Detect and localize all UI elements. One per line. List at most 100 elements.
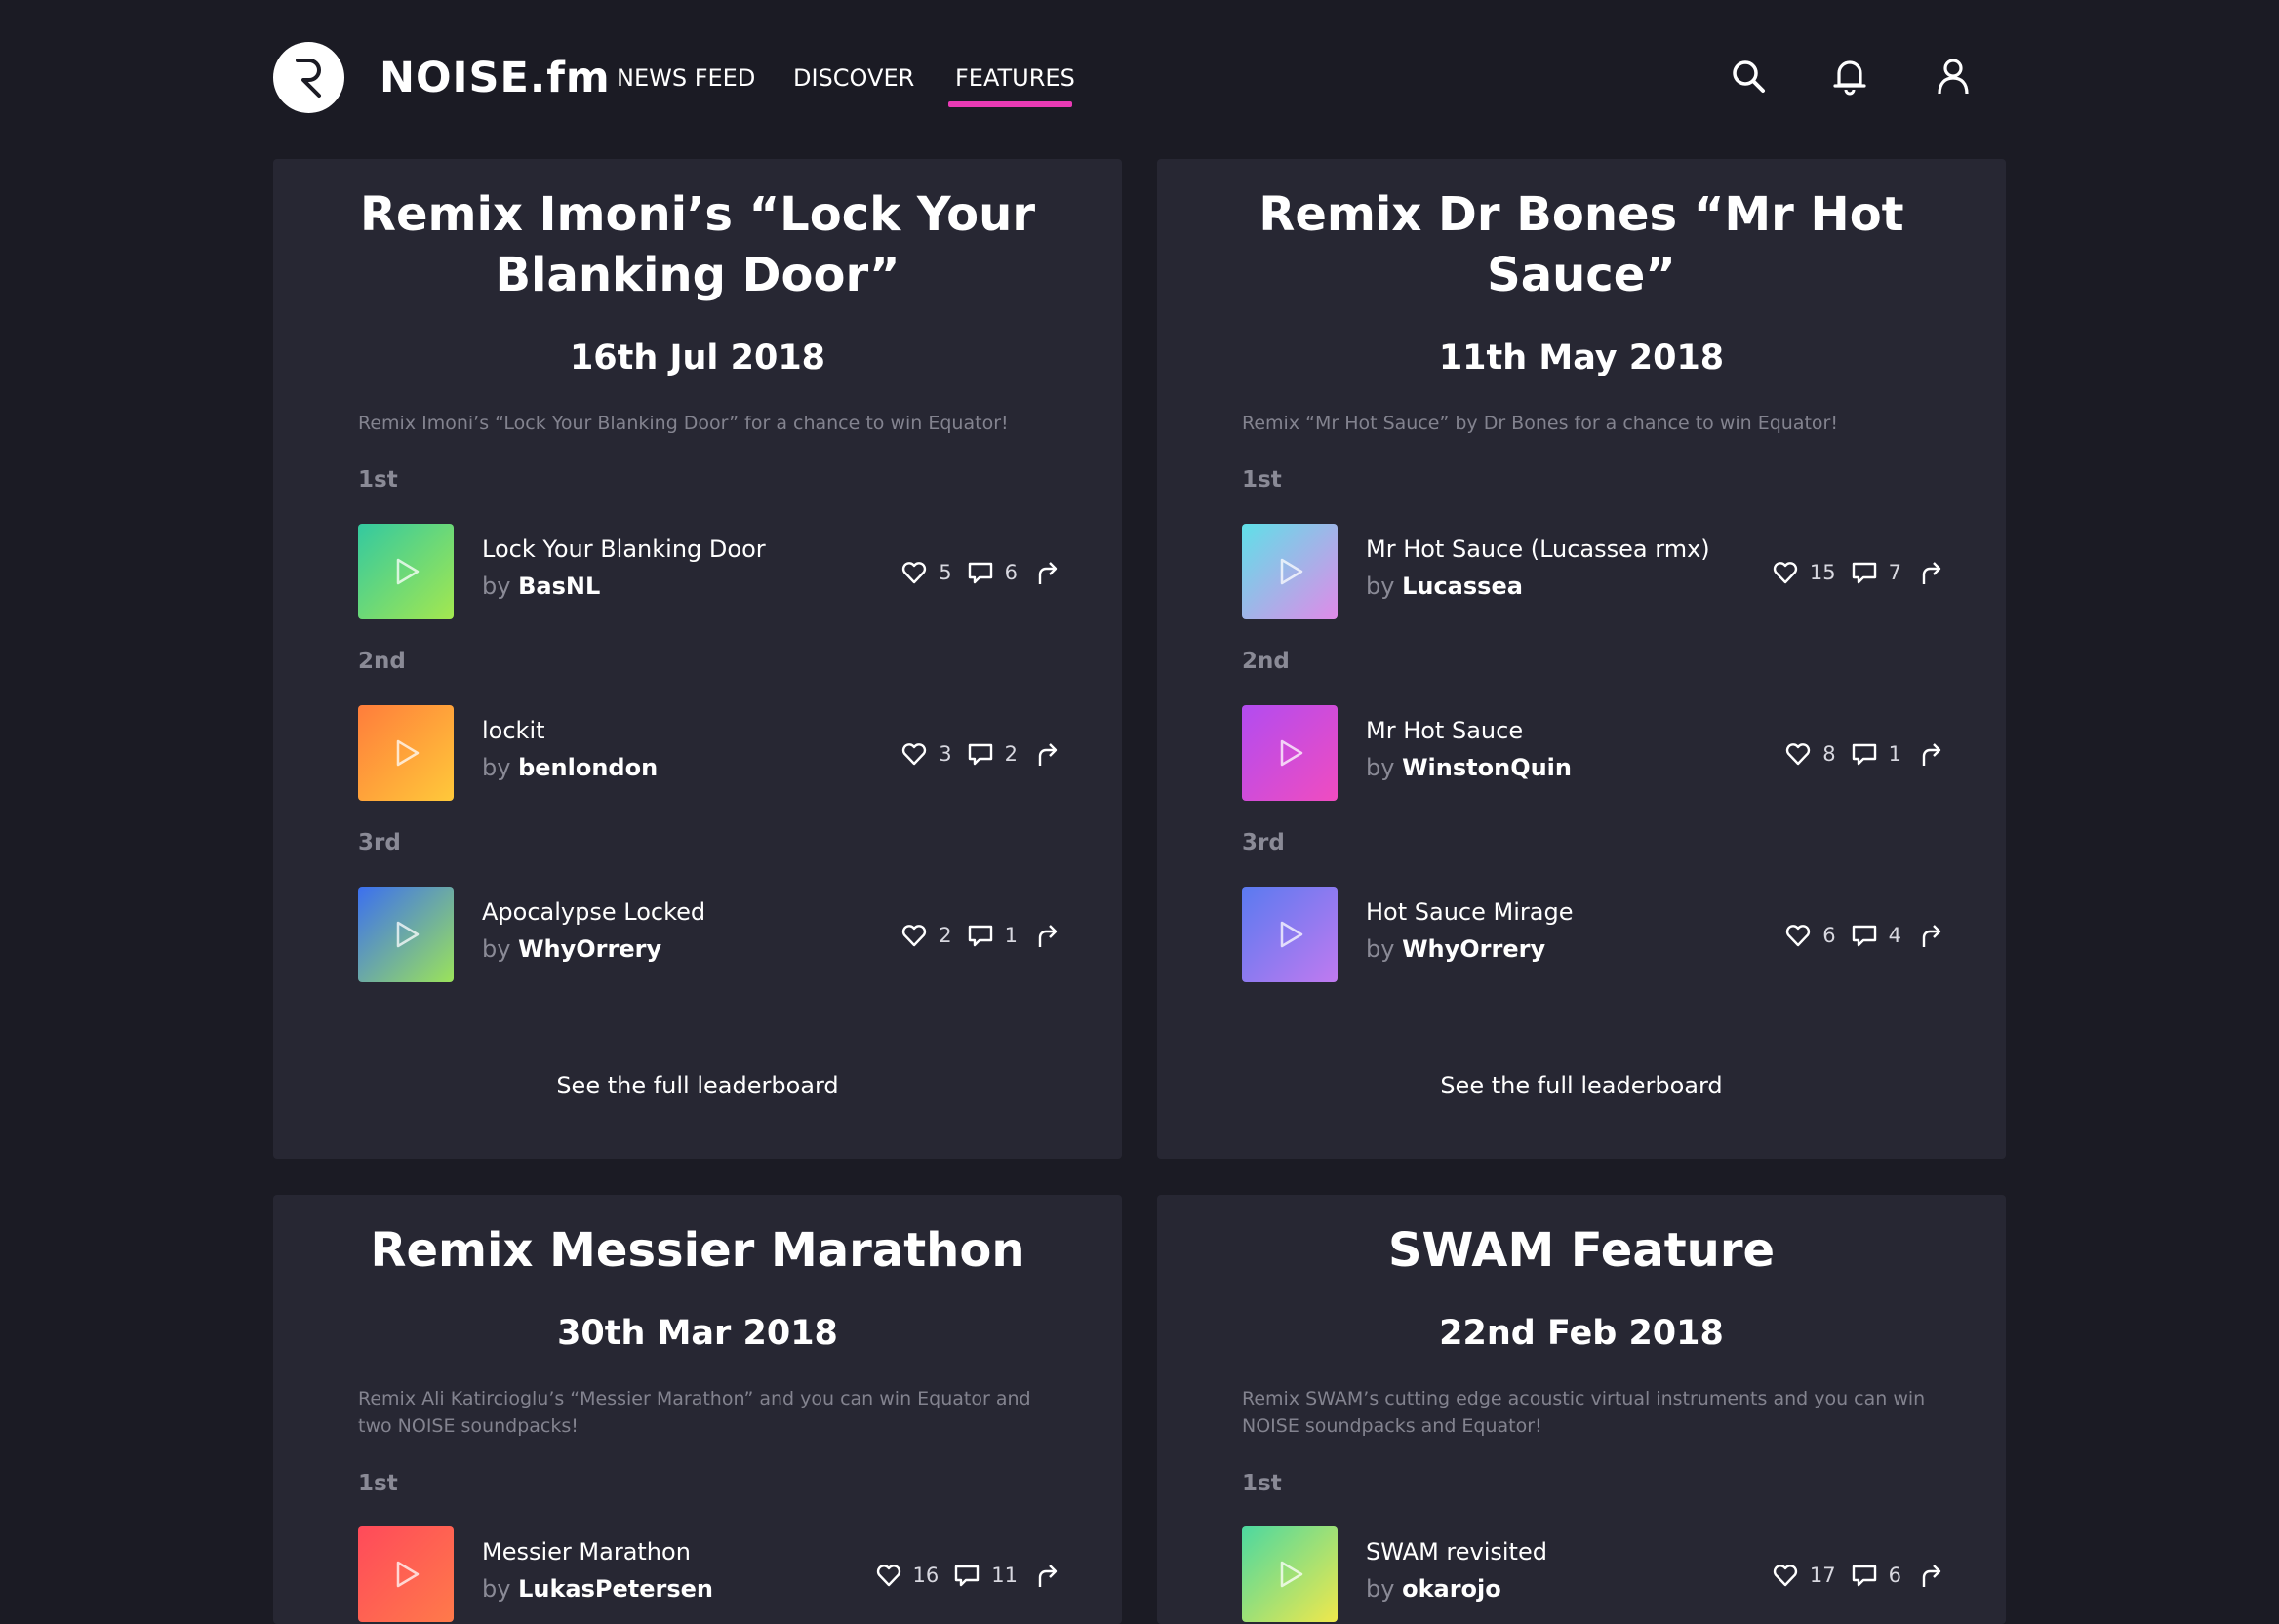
share-icon[interactable] [1031,558,1060,587]
place-label: 1st [358,467,398,493]
track-byline: by LukasPetersen [482,1573,713,1604]
nav-active-indicator [948,101,1072,107]
heart-icon[interactable] [874,1561,903,1590]
track-byline: by benlondon [482,752,658,783]
track-title[interactable]: Mr Hot Sauce (Lucassea rmx) [1366,534,1710,565]
like-count: 5 [939,561,952,584]
track-artist[interactable]: WhyOrrery [1402,935,1545,963]
track-artist[interactable]: BasNL [518,573,600,600]
feature-card: Remix Imoni’s “Lock Your Blanking Door” … [273,159,1122,1159]
nav-discover[interactable]: DISCOVER [793,62,914,94]
play-icon [1280,921,1303,948]
by-label: by [1366,1575,1395,1603]
heart-icon[interactable] [1783,739,1813,769]
share-icon[interactable] [1031,921,1060,950]
track-stats: 2 1 [900,916,1060,955]
share-icon[interactable] [1915,921,1944,950]
comment-count: 6 [1004,561,1018,584]
place-label: 3rd [358,830,401,855]
search-icon[interactable] [1727,55,1770,98]
comment-icon[interactable] [1850,558,1879,587]
full-leaderboard-link[interactable]: See the full leaderboard [273,1070,1122,1101]
share-icon[interactable] [1915,1561,1944,1590]
track-thumbnail[interactable] [1242,1526,1338,1622]
feature-card: SWAM Feature 22nd Feb 2018 Remix SWAM’s … [1157,1195,2006,1624]
share-icon[interactable] [1031,1561,1060,1590]
list-item: Mr Hot Sauce (Lucassea rmx) by Lucassea … [1242,524,1944,619]
track-thumbnail[interactable] [358,705,454,801]
track-artist[interactable]: WinstonQuin [1402,754,1572,781]
track-title[interactable]: lockit [482,715,545,746]
comment-count: 6 [1888,1564,1901,1587]
by-label: by [1366,573,1395,600]
heart-icon[interactable] [900,739,929,769]
comment-icon[interactable] [966,921,995,950]
play-icon [396,1561,420,1588]
logo[interactable] [273,42,344,113]
track-stats: 15 7 [1771,553,1944,592]
list-item: Apocalypse Locked by WhyOrrery 2 1 [358,887,1060,982]
track-stats: 3 2 [900,734,1060,773]
track-title[interactable]: Messier Marathon [482,1536,691,1567]
card-date: 11th May 2018 [1438,338,1725,377]
track-stats: 17 6 [1771,1556,1944,1595]
bell-icon[interactable] [1828,55,1871,98]
card-date: 30th Mar 2018 [557,1314,838,1353]
full-leaderboard-link[interactable]: See the full leaderboard [1157,1070,2006,1101]
comment-count: 11 [991,1564,1018,1587]
track-artist[interactable]: WhyOrrery [518,935,661,963]
nav-features[interactable]: FEATURES [955,62,1075,94]
track-thumbnail[interactable] [358,887,454,982]
brand-name[interactable]: NOISE.fm [380,51,611,105]
user-icon[interactable] [1932,55,1975,98]
share-icon[interactable] [1915,558,1944,587]
heart-icon[interactable] [900,558,929,587]
card-date: 16th Jul 2018 [569,338,826,377]
track-artist[interactable]: Lucassea [1402,573,1523,600]
card-title[interactable]: Remix Imoni’s “Lock Your Blanking Door” [332,184,1063,305]
heart-icon[interactable] [900,921,929,950]
track-thumbnail[interactable] [1242,887,1338,982]
track-title[interactable]: Apocalypse Locked [482,896,705,928]
share-icon[interactable] [1915,739,1944,769]
track-title[interactable]: SWAM revisited [1366,1536,1547,1567]
comment-icon[interactable] [1850,1561,1879,1590]
card-title[interactable]: Remix Dr Bones “Mr Hot Sauce” [1216,184,1947,305]
track-artist[interactable]: benlondon [518,754,658,781]
top-bar: NOISE.fm NEWS FEED DISCOVER FEATURES [0,0,2279,156]
track-title[interactable]: Hot Sauce Mirage [1366,896,1573,928]
list-item: Messier Marathon by LukasPetersen 16 11 [358,1526,1060,1622]
feature-card: Remix Messier Marathon 30th Mar 2018 Rem… [273,1195,1122,1624]
share-icon[interactable] [1031,739,1060,769]
card-title[interactable]: SWAM Feature [1216,1220,1947,1281]
play-icon [396,921,420,948]
nav-news-feed[interactable]: NEWS FEED [617,62,755,94]
heart-icon[interactable] [1783,921,1813,950]
place-label: 2nd [358,649,406,674]
comment-icon[interactable] [1850,739,1879,769]
track-byline: by BasNL [482,571,600,602]
track-artist[interactable]: okarojo [1402,1575,1501,1603]
track-title[interactable]: Mr Hot Sauce [1366,715,1523,746]
track-thumbnail[interactable] [1242,524,1338,619]
like-count: 15 [1809,561,1836,584]
track-artist[interactable]: LukasPetersen [518,1575,713,1603]
track-title[interactable]: Lock Your Blanking Door [482,534,766,565]
heart-icon[interactable] [1771,1561,1800,1590]
by-label: by [482,573,511,600]
like-count: 16 [912,1564,940,1587]
card-title[interactable]: Remix Messier Marathon [332,1220,1063,1281]
heart-icon[interactable] [1771,558,1800,587]
track-thumbnail[interactable] [1242,705,1338,801]
comment-icon[interactable] [966,558,995,587]
comment-count: 1 [1004,924,1018,947]
comment-icon[interactable] [952,1561,981,1590]
list-item: lockit by benlondon 3 2 [358,705,1060,801]
comment-icon[interactable] [966,739,995,769]
place-label: 1st [1242,1471,1282,1496]
comment-icon[interactable] [1850,921,1879,950]
track-thumbnail[interactable] [358,524,454,619]
like-count: 2 [939,924,952,947]
track-byline: by Lucassea [1366,571,1523,602]
track-thumbnail[interactable] [358,1526,454,1622]
